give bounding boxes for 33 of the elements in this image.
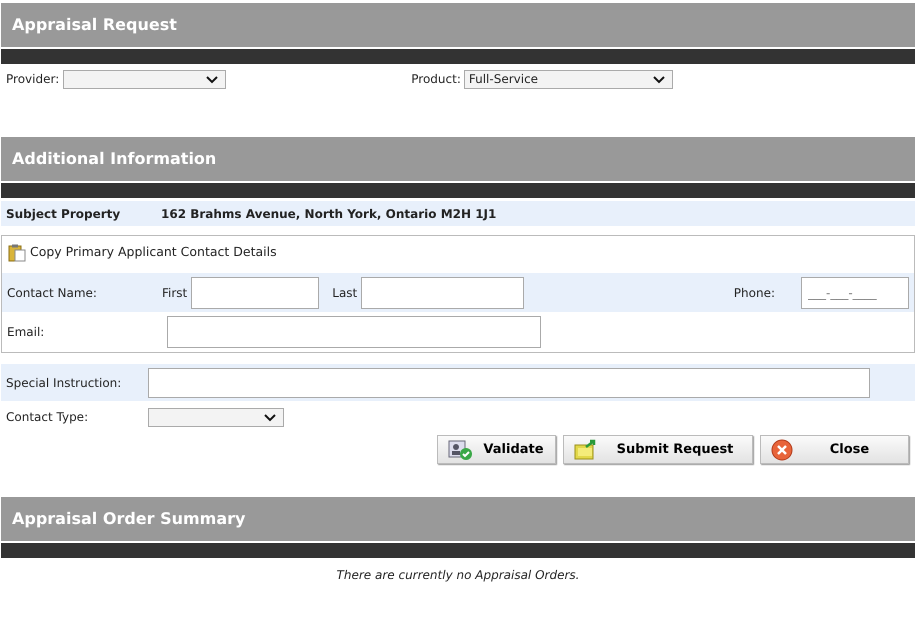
dropdown-field[interactable]: Full-Service	[464, 70, 673, 88]
section-title: Additional Information	[1, 137, 915, 182]
dropdown-field[interactable]	[148, 408, 284, 426]
field-label: Contact Name:	[6, 284, 98, 302]
address-text: 162 Brahms Avenue, North York, Ontario M2H 1J1	[161, 206, 496, 222]
field-label: Email:	[6, 324, 46, 341]
action-button[interactable]: Submit Request	[563, 435, 753, 464]
input-field[interactable]	[167, 316, 541, 348]
input-field[interactable]: ___-___-____	[801, 276, 909, 308]
copy-link[interactable]: Copy Primary Applicant Contact Details	[8, 243, 277, 262]
caret-icon	[264, 414, 276, 422]
action-button[interactable]: Validate	[437, 435, 556, 464]
input-field[interactable]	[361, 276, 524, 308]
field-label: First	[162, 284, 188, 302]
field-label: Provider:	[6, 71, 60, 88]
close-icon	[771, 438, 793, 460]
section-title: Appraisal Request	[1, 3, 915, 48]
action-button[interactable]: Close	[760, 435, 909, 464]
input-field[interactable]	[148, 368, 870, 398]
section-title: Appraisal Order Summary	[1, 497, 915, 542]
field-label: Special Instruction:	[5, 374, 122, 392]
empty-message: There are currently no Appraisal Orders.	[336, 568, 580, 582]
input-field[interactable]	[191, 276, 320, 308]
caret-icon	[652, 76, 665, 84]
clipboard-icon	[8, 244, 26, 262]
field-label: Product:	[411, 71, 461, 88]
caret-icon	[206, 76, 218, 84]
dropdown-field[interactable]	[63, 70, 226, 88]
field-label: Subject Property	[5, 206, 122, 222]
field-label: Phone:	[734, 284, 775, 302]
id-card-check-icon	[448, 438, 474, 460]
field-label: Last	[332, 284, 358, 302]
field-label: Contact Type:	[5, 409, 90, 426]
